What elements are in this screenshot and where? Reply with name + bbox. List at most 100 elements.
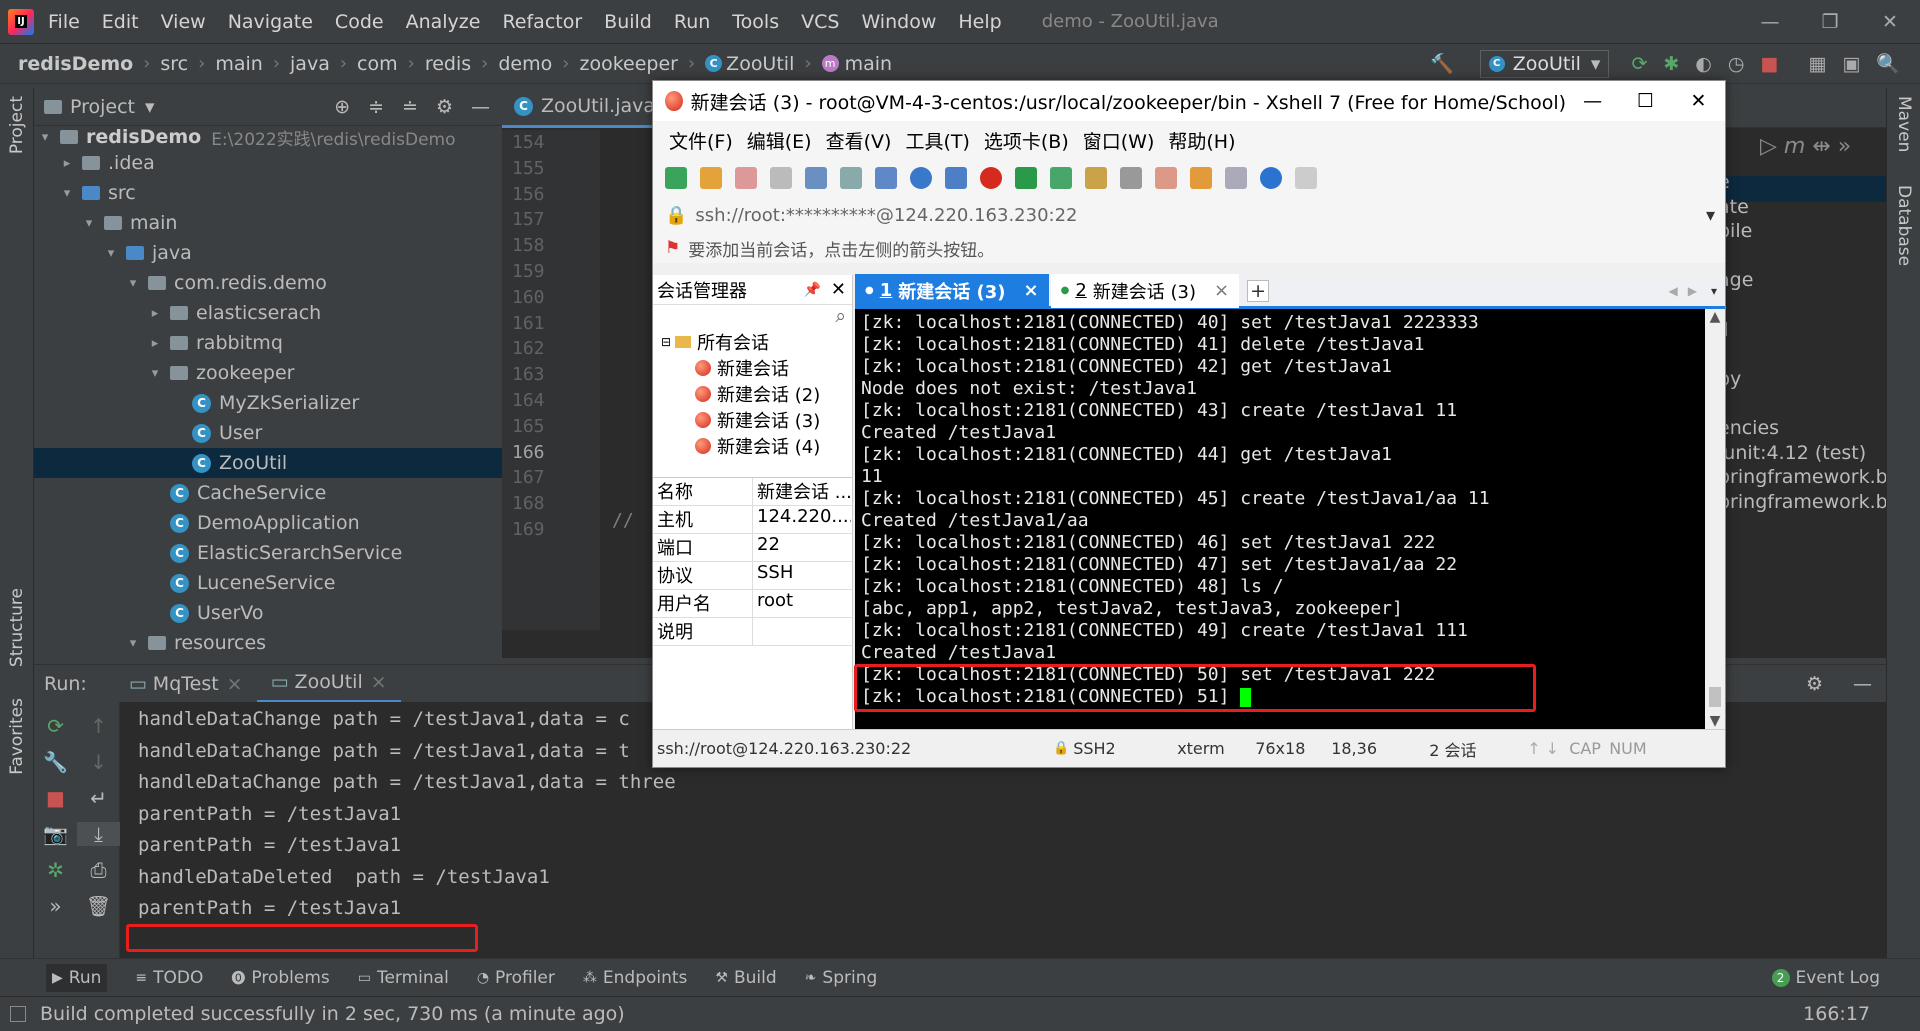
breadcrumb-zookeeper[interactable]: zookeeper — [579, 53, 678, 75]
gear-icon[interactable]: ⚙ — [1806, 673, 1823, 695]
tree-item-myzkserializer[interactable]: C MyZkSerializer — [34, 388, 502, 418]
minimize-icon[interactable]: — — [1740, 11, 1800, 33]
tree-item-uservo[interactable]: C UserVo — [34, 598, 502, 628]
caret-position[interactable]: 166:17 — [1803, 1003, 1870, 1025]
expand-arrow-icon[interactable]: ▸ — [58, 156, 76, 171]
bookmark-arrow-icon[interactable]: ⚑ — [665, 238, 680, 258]
pin-icon[interactable]: 📌 — [803, 282, 820, 298]
project-tool-button[interactable]: Project — [0, 88, 33, 167]
expand-arrow-icon[interactable]: ▾ — [146, 366, 164, 381]
breadcrumb-com[interactable]: com — [357, 53, 398, 75]
tool-run[interactable]: ▶ Run — [46, 963, 108, 992]
xshell-menu-item[interactable]: 帮助(H) — [1168, 127, 1235, 154]
compose-icon[interactable] — [1190, 167, 1212, 189]
close-icon[interactable]: ✕ — [831, 279, 846, 300]
breadcrumb-demo[interactable]: demo — [498, 53, 552, 75]
chevron-down-icon[interactable]: ▾ — [1706, 205, 1715, 226]
maximize-icon[interactable]: ☐ — [1619, 90, 1672, 112]
structure-tool-button[interactable]: Structure — [0, 588, 34, 672]
hide-icon[interactable]: — — [1853, 673, 1872, 695]
restore-icon[interactable]: ❐ — [1800, 11, 1860, 33]
search-icon[interactable]: 🔍 — [1876, 52, 1900, 75]
tool-terminal[interactable]: ▭ Terminal — [358, 968, 449, 988]
close-tab-icon[interactable]: × — [227, 673, 243, 695]
xftp-icon[interactable] — [1015, 167, 1037, 189]
address-input[interactable]: ssh://root:**********@124.220.163.230:22 — [695, 205, 1706, 226]
session-item[interactable]: 新建会话 (2) — [653, 381, 852, 407]
tab-menu-icon[interactable]: ▾ — [1711, 284, 1717, 298]
tool-profiler[interactable]: ◔ Profiler — [477, 968, 555, 988]
disconnect-icon[interactable] — [770, 167, 792, 189]
tab-scroll-right-icon[interactable]: ▶ — [1688, 284, 1697, 298]
trash-icon[interactable]: 🗑 — [77, 894, 120, 918]
target-icon[interactable]: ⊕ — [334, 96, 350, 118]
xshell-menu-item[interactable]: 编辑(E) — [747, 127, 812, 154]
tool-spring[interactable]: ❧ Spring — [805, 968, 878, 988]
tree-item-com-redis-demo[interactable]: ▾ com.redis.demo — [34, 268, 502, 298]
rerun-icon[interactable]: ⟳ — [1631, 53, 1647, 75]
globe-icon[interactable] — [910, 167, 932, 189]
print-icon[interactable]: ⎙ — [77, 858, 120, 882]
menu-run[interactable]: Run — [674, 11, 710, 33]
project-structure-icon[interactable]: ▦ — [1808, 53, 1826, 75]
xshell-tab-2[interactable]: ● 2 新建会话 (3) × — [1050, 273, 1240, 308]
search-icon[interactable]: ⌕ — [653, 305, 852, 329]
menu-analyze[interactable]: Analyze — [406, 11, 481, 33]
xshell-icon[interactable] — [980, 167, 1002, 189]
session-item[interactable]: 新建会话 (3) — [653, 407, 852, 433]
expand-arrow-icon[interactable]: ▸ — [146, 306, 164, 321]
run-config-select[interactable]: C ZooUtil ▾ — [1479, 49, 1610, 78]
down-icon[interactable]: ↓ — [77, 750, 120, 774]
tree-root[interactable]: ▾ redisDemo E:\2022实践\redis\redisDemo — [34, 126, 502, 148]
run-tab-mqtest[interactable]: ▭ MqTest × — [115, 665, 257, 703]
stop-icon[interactable]: ■ — [34, 786, 77, 810]
tree-item-cacheservice[interactable]: C CacheService — [34, 478, 502, 508]
menu-vcs[interactable]: VCS — [801, 11, 839, 33]
expand-arrow-icon[interactable]: ▸ — [146, 336, 164, 351]
menu-window[interactable]: Window — [861, 11, 936, 33]
breadcrumb-src[interactable]: src — [160, 53, 188, 75]
menu-edit[interactable]: Edit — [102, 11, 139, 33]
tree-item-zookeeper[interactable]: ▾ zookeeper — [34, 358, 502, 388]
gear-icon[interactable]: ⚙ — [436, 96, 453, 118]
expand-arrow-icon[interactable]: ▾ — [80, 216, 98, 231]
hammer-icon[interactable]: 🔨 — [1430, 52, 1454, 75]
add-tab-button[interactable]: + — [1247, 279, 1270, 302]
rerun-icon[interactable]: ⟳ — [34, 714, 77, 738]
stop-icon[interactable]: ■ — [1760, 53, 1778, 75]
tool-build[interactable]: ⚒ Build — [715, 968, 776, 988]
close-icon[interactable]: ✕ — [1672, 90, 1725, 112]
run-tab-zooutil[interactable]: ▭ ZooUtil × — [256, 665, 401, 703]
tab-scroll-left-icon[interactable]: ◀ — [1669, 284, 1678, 298]
help-icon[interactable] — [1260, 167, 1282, 189]
tree-item-resources[interactable]: ▾ resources — [34, 628, 502, 658]
debug-icon[interactable]: ✱ — [1663, 53, 1679, 75]
event-log-button[interactable]: Event Log — [1796, 968, 1880, 988]
menu-refactor[interactable]: Refactor — [502, 11, 582, 33]
maven-tool-button[interactable]: Maven — [1887, 88, 1920, 165]
tree-item-luceneservice[interactable]: C LuceneService — [34, 568, 502, 598]
fullscreen-icon[interactable] — [1050, 167, 1072, 189]
xshell-menu-item[interactable]: 窗口(W) — [1083, 127, 1155, 154]
tree-item-user[interactable]: C User — [34, 418, 502, 448]
menu-help[interactable]: Help — [958, 11, 1001, 33]
xshell-tab-1[interactable]: ● 1 新建会话 (3) × — [855, 273, 1049, 308]
profiler-icon[interactable]: ◷ — [1728, 53, 1745, 75]
expand-arrow-icon[interactable]: ▾ — [124, 636, 142, 651]
menu-file[interactable]: File — [48, 11, 80, 33]
close-tab-icon[interactable]: × — [371, 671, 387, 693]
camera-icon[interactable]: 📷 — [34, 822, 77, 846]
menu-code[interactable]: Code — [335, 11, 384, 33]
chat-icon[interactable] — [1295, 167, 1317, 189]
tool-todo[interactable]: ≡ TODO — [135, 968, 203, 988]
expand-icon[interactable]: » — [34, 894, 77, 918]
font-icon[interactable] — [945, 167, 967, 189]
tree-item-elasticserach[interactable]: ▸ elasticserach — [34, 298, 502, 328]
tab-zooutil[interactable]: C ZooUtil.java — [502, 88, 668, 128]
xshell-menu-item[interactable]: 查看(V) — [826, 127, 892, 154]
new-session-icon[interactable] — [665, 167, 687, 189]
scroll-to-end-icon[interactable]: ⤓ — [77, 822, 120, 846]
lock-icon[interactable] — [1085, 167, 1107, 189]
highlight-icon[interactable] — [1155, 167, 1177, 189]
settings-icon[interactable]: ✲ — [34, 858, 77, 882]
